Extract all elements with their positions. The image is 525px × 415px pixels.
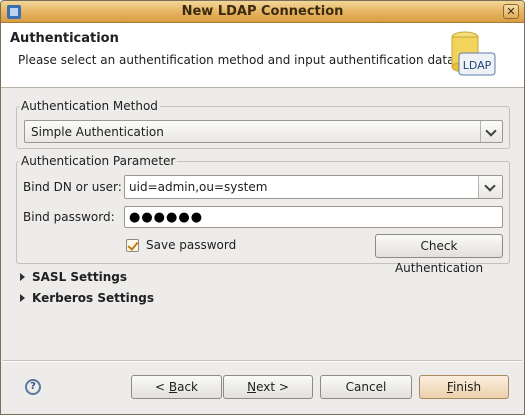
auth-method-group-label: Authentication Method [19, 99, 160, 113]
bind-password-value: ●●●●●● [129, 210, 204, 225]
header-banner: Authentication Please select an authenti… [1, 23, 524, 88]
finish-button[interactable]: Finish [419, 375, 509, 399]
save-password-label[interactable]: Save password [146, 238, 236, 252]
bind-dn-label: Bind DN or user: [23, 180, 122, 194]
page-description: Please select an authentification method… [18, 53, 459, 67]
cancel-button[interactable]: Cancel [320, 375, 412, 399]
title-bar[interactable]: New LDAP Connection ✕ [1, 1, 524, 23]
sasl-settings-section[interactable]: SASL Settings [32, 270, 127, 284]
next-button-label: ext > [256, 380, 289, 394]
bind-password-label: Bind password: [23, 210, 115, 224]
close-icon[interactable]: ✕ [503, 4, 519, 19]
bind-dn-dropdown-button[interactable] [478, 176, 502, 198]
auth-method-selected: Simple Authentication [31, 125, 164, 139]
bind-password-input[interactable]: ●●●●●● [124, 206, 503, 228]
back-button-label: ack [177, 380, 198, 394]
chevron-down-icon [484, 180, 496, 192]
save-password-checkbox[interactable] [126, 239, 139, 252]
kerberos-settings-section[interactable]: Kerberos Settings [32, 291, 154, 305]
kerberos-expand-icon[interactable] [20, 294, 25, 302]
sasl-expand-icon[interactable] [20, 273, 25, 281]
check-authentication-button[interactable]: Check Authentication [375, 234, 503, 275]
auth-method-dropdown-button[interactable] [480, 121, 502, 142]
chevron-down-icon [485, 125, 497, 137]
ldap-database-icon: LDAP [451, 31, 496, 76]
next-button[interactable]: Next > [223, 375, 313, 399]
auth-method-select[interactable]: Simple Authentication [24, 120, 503, 143]
dialog-window: New LDAP Connection ✕ Authentication Ple… [0, 0, 525, 415]
page-title: Authentication [10, 31, 119, 46]
back-button[interactable]: < Back [131, 375, 222, 399]
ldap-icon-label: LDAP [463, 59, 492, 72]
back-button-prefix: < [154, 380, 169, 394]
bind-dn-input[interactable]: uid=admin,ou=system [129, 180, 267, 194]
footer-divider [3, 360, 522, 362]
bind-dn-combo[interactable]: uid=admin,ou=system [124, 175, 503, 199]
auth-params-group-label: Authentication Parameter [19, 154, 178, 168]
next-button-mnemonic: N [247, 380, 257, 394]
window-title: New LDAP Connection [181, 4, 344, 19]
back-button-mnemonic: B [168, 380, 178, 394]
help-icon[interactable]: ? [25, 379, 41, 395]
finish-button-label: inish [452, 380, 482, 394]
